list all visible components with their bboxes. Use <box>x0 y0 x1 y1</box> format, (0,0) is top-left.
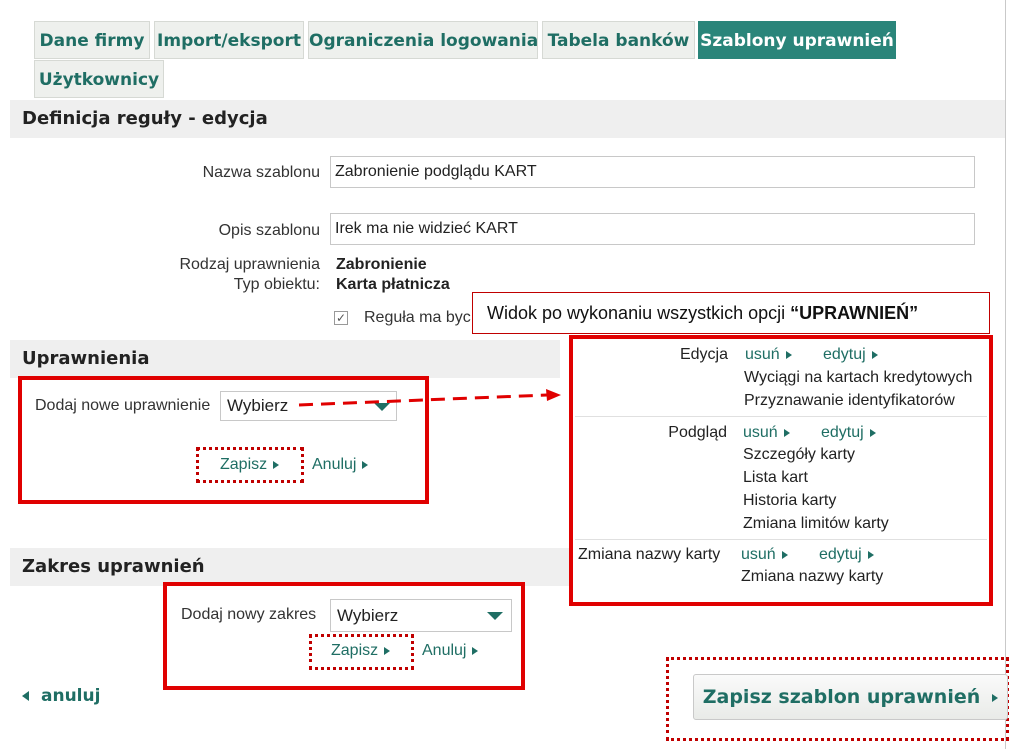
arrow-left-icon <box>22 691 29 701</box>
save-template-button[interactable]: Zapisz szablon uprawnień <box>693 674 1008 720</box>
group-name-edycja: Edycja <box>679 346 728 363</box>
object-type-label: Typ obiektu: <box>233 276 320 293</box>
annotation-arrow <box>298 389 561 407</box>
right-type-label: Rodzaj uprawnienia <box>179 256 320 273</box>
divider <box>575 539 987 540</box>
tab-import-eksport[interactable]: Import/eksport <box>154 21 304 59</box>
arrow-right-icon <box>362 460 369 469</box>
right-border <box>1005 0 1006 749</box>
list-item: Zmiana nazwy karty <box>741 568 884 585</box>
list-item: Przyznawanie identyfikatorów <box>744 392 955 409</box>
back-link[interactable]: anuluj <box>22 686 100 706</box>
arrow-right-icon <box>992 693 999 702</box>
arrow-right-icon <box>472 646 479 655</box>
group-name-podglad: Podgląd <box>668 424 727 441</box>
rule-section-title: Definicja reguły - edycja <box>10 100 1005 138</box>
template-name-label: Nazwa szablonu <box>202 164 320 181</box>
template-name-input[interactable]: Zabronienie podglądu KART <box>330 156 975 188</box>
rule-checkbox[interactable]: ✓ <box>334 311 348 325</box>
add-scope-label: Dodaj nowy zakres <box>181 606 317 623</box>
rule-checkbox-label: Reguła ma byc <box>364 309 471 326</box>
group-zmiana-edit[interactable]: edytuj <box>819 546 874 564</box>
tab-tabela-bankow[interactable]: Tabela banków <box>542 21 695 59</box>
arrow-right-icon <box>384 646 391 655</box>
arrow-right-icon <box>273 460 280 469</box>
add-permission-label: Dodaj nowe uprawnienie <box>35 397 211 414</box>
chevron-down-icon <box>487 612 503 620</box>
tab-uzytkownicy[interactable]: Użytkownicy <box>34 60 164 98</box>
list-item: Wyciągi na kartach kredytowych <box>744 369 973 386</box>
arrow-right-icon <box>783 428 790 437</box>
list-item: Szczegóły karty <box>743 446 856 463</box>
scope-section-title: Zakres uprawnień <box>10 548 570 586</box>
object-type-value: Karta płatnicza <box>336 276 450 293</box>
tab-ograniczenia-logowania[interactable]: Ograniczenia logowania <box>308 21 538 59</box>
template-desc-input[interactable]: Irek ma nie widzieć KART <box>330 213 975 245</box>
right-type-value: Zabronienie <box>336 256 427 273</box>
scope-save-link[interactable]: Zapisz <box>331 642 391 660</box>
list-item: Zmiana limitów karty <box>743 515 889 532</box>
arrow-right-icon <box>869 428 876 437</box>
group-name-zmiana-nazwy: Zmiana nazwy karty <box>578 546 721 563</box>
add-scope-select[interactable]: Wybierz <box>330 599 512 632</box>
add-permission-select-value: Wybierz <box>227 396 289 415</box>
divider <box>575 416 987 417</box>
group-edycja-edit[interactable]: edytuj <box>823 346 878 364</box>
scope-cancel-link[interactable]: Anuluj <box>422 642 479 660</box>
arrow-right-icon <box>867 550 874 559</box>
template-desc-label: Opis szablonu <box>218 222 320 239</box>
group-podglad-edit[interactable]: edytuj <box>821 424 876 442</box>
permission-cancel-link[interactable]: Anuluj <box>312 456 369 474</box>
tab-dane-firmy[interactable]: Dane firmy <box>34 21 150 59</box>
list-item: Lista kart <box>743 469 808 486</box>
annotation-callout: Widok po wykonaniu wszystkich opcji “UPR… <box>472 292 990 334</box>
group-podglad-remove[interactable]: usuń <box>743 424 790 442</box>
tab-szablony-uprawnien[interactable]: Szablony uprawnień <box>698 21 896 59</box>
permission-save-link[interactable]: Zapisz <box>220 456 280 474</box>
list-item: Historia karty <box>743 492 837 509</box>
add-scope-select-value: Wybierz <box>337 606 399 625</box>
group-edycja-remove[interactable]: usuń <box>745 346 792 364</box>
group-zmiana-remove[interactable]: usuń <box>741 546 788 564</box>
arrow-right-icon <box>785 350 792 359</box>
arrow-right-icon <box>871 350 878 359</box>
permissions-section-title: Uprawnienia <box>10 340 560 378</box>
arrow-right-icon <box>781 550 788 559</box>
